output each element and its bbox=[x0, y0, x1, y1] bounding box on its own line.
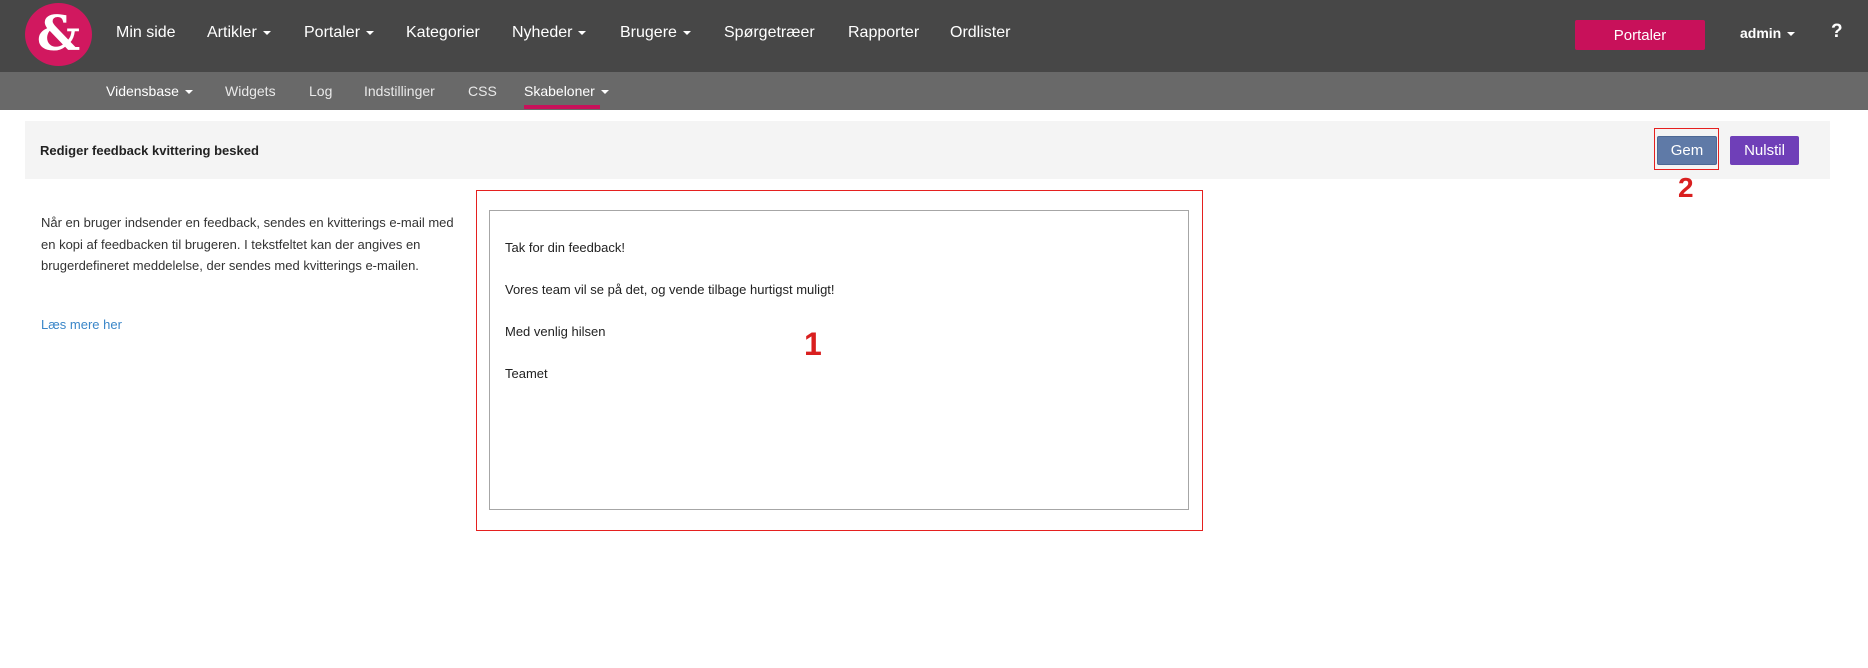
portaler-button[interactable]: Portaler bbox=[1575, 20, 1705, 50]
reset-button[interactable]: Nulstil bbox=[1730, 136, 1799, 165]
editor-line: Vores team vil se på det, og vende tilba… bbox=[505, 282, 835, 297]
nav-nyheder[interactable]: Nyheder bbox=[512, 24, 587, 42]
subnav-label: Skabeloner bbox=[524, 83, 595, 99]
subnav-label: Log bbox=[309, 83, 333, 99]
active-tab-indicator bbox=[524, 105, 600, 109]
subnav-widgets[interactable]: Widgets bbox=[225, 83, 276, 99]
caret-down-icon bbox=[184, 90, 193, 95]
nav-rapporter[interactable]: Rapporter bbox=[848, 24, 919, 42]
annotation-marker-1: 1 bbox=[804, 326, 822, 362]
annotation-marker-2: 2 bbox=[1678, 172, 1694, 203]
subnav-label: Indstillinger bbox=[364, 83, 435, 99]
nav-label: Kategorier bbox=[406, 24, 480, 41]
subnav-label: Widgets bbox=[225, 83, 276, 99]
subnav-css[interactable]: CSS bbox=[468, 83, 497, 99]
nav-brugere[interactable]: Brugere bbox=[620, 24, 691, 42]
read-more-link[interactable]: Læs mere her bbox=[41, 317, 122, 332]
subnav-skabeloner[interactable]: Skabeloner bbox=[524, 83, 609, 99]
nav-label: Artikler bbox=[207, 24, 257, 41]
caret-down-icon bbox=[578, 30, 587, 35]
nav-ordlister[interactable]: Ordlister bbox=[950, 24, 1010, 42]
caret-down-icon bbox=[1787, 32, 1796, 37]
page-title: Rediger feedback kvittering besked bbox=[40, 143, 259, 158]
nav-min-side[interactable]: Min side bbox=[116, 24, 176, 42]
nav-label: Portaler bbox=[304, 24, 361, 41]
nav-spoergetraeer[interactable]: Spørgetræer bbox=[724, 24, 815, 42]
nav-label: Rapporter bbox=[848, 24, 920, 41]
nav-label: Nyheder bbox=[512, 24, 573, 41]
editor-line: Teamet bbox=[505, 366, 548, 381]
caret-down-icon bbox=[366, 30, 375, 35]
subnav-vidensbase[interactable]: Vidensbase bbox=[106, 83, 193, 99]
subnav-indstillinger[interactable]: Indstillinger bbox=[364, 83, 435, 99]
nav-artikler[interactable]: Artikler bbox=[207, 24, 271, 42]
top-navigation-bar: & Min side Artikler Portaler Kategorier … bbox=[0, 0, 1868, 72]
save-button-highlight bbox=[1654, 128, 1719, 170]
help-icon[interactable]: ? bbox=[1831, 21, 1843, 43]
help-description: Når en bruger indsender en feedback, sen… bbox=[41, 215, 454, 273]
page-header: Rediger feedback kvittering besked Gem N… bbox=[25, 121, 1830, 179]
nav-label: Ordlister bbox=[950, 24, 1011, 41]
nav-label: Spørgetræer bbox=[724, 24, 815, 41]
subnav-label: Vidensbase bbox=[106, 83, 179, 99]
brand-logo-icon[interactable]: & bbox=[25, 3, 92, 66]
nav-portaler[interactable]: Portaler bbox=[304, 24, 375, 42]
subnav-label: CSS bbox=[468, 83, 497, 99]
caret-down-icon bbox=[600, 90, 609, 95]
editor-line: Med venlig hilsen bbox=[505, 324, 606, 339]
sub-navigation-bar: Vidensbase Widgets Log Indstillinger CSS… bbox=[0, 72, 1868, 110]
nav-kategorier[interactable]: Kategorier bbox=[406, 24, 480, 42]
nav-label: Min side bbox=[116, 24, 176, 41]
nav-label: Brugere bbox=[620, 24, 677, 41]
subnav-log[interactable]: Log bbox=[309, 83, 332, 99]
user-menu[interactable]: admin bbox=[1740, 25, 1796, 41]
user-name: admin bbox=[1740, 25, 1782, 41]
caret-down-icon bbox=[262, 30, 271, 35]
message-editor[interactable]: Tak for din feedback! Vores team vil se … bbox=[489, 210, 1189, 510]
caret-down-icon bbox=[682, 30, 691, 35]
editor-line: Tak for din feedback! bbox=[505, 240, 625, 255]
